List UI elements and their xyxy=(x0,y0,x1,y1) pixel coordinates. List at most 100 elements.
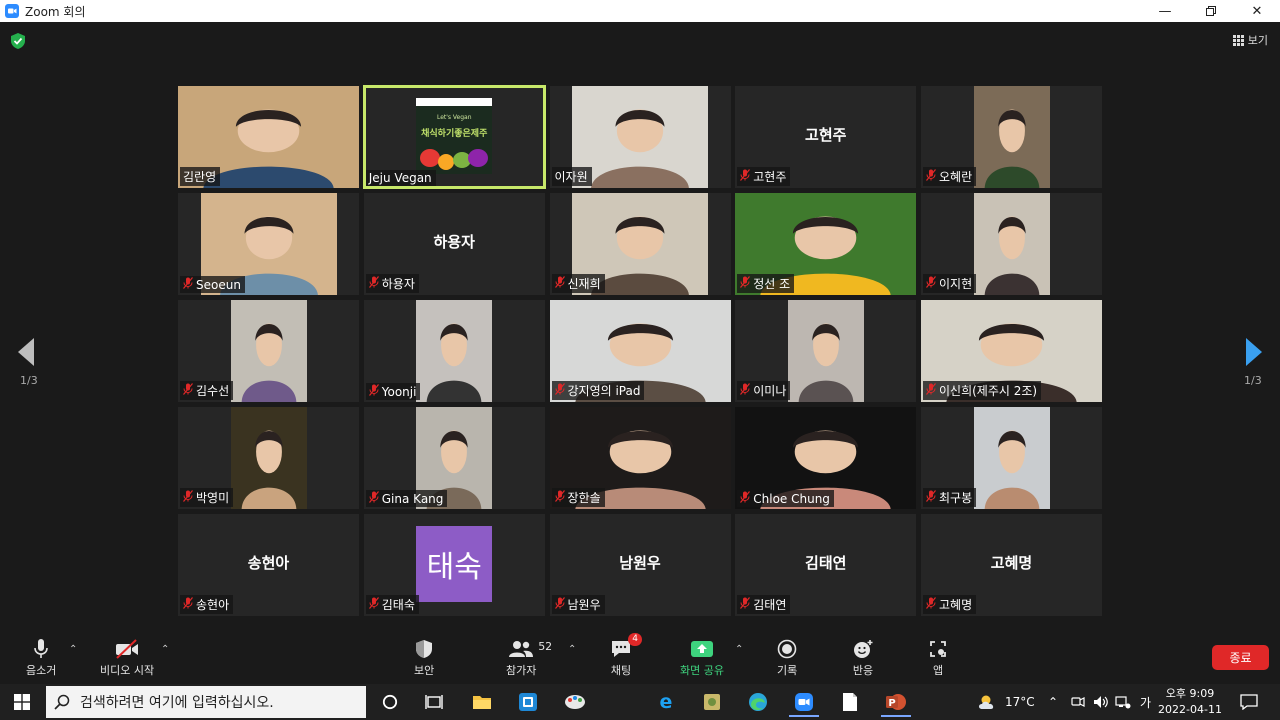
participant-tile[interactable]: Gina Kang xyxy=(363,407,545,509)
participant-tile[interactable]: 김수선 xyxy=(178,300,359,402)
security-button[interactable]: 보안 xyxy=(414,638,434,678)
participant-name: Gina Kang xyxy=(381,491,444,506)
window-titlebar: Zoom 회의 — ✕ xyxy=(0,0,1280,22)
participant-display-name: 송현아 xyxy=(247,554,290,572)
taskbar-clock[interactable]: 오후 9:09 2022-04-11 xyxy=(1158,686,1222,718)
participant-tile[interactable]: 송현아 송현아 xyxy=(178,514,359,616)
share-options-chevron-up-icon[interactable]: ⌃ xyxy=(735,644,743,655)
participant-name: Chloe Chung xyxy=(753,491,830,506)
participant-name-label: 최구봉 xyxy=(923,488,977,507)
participant-tile[interactable]: 하용자 하용자 xyxy=(363,193,545,295)
windows-start-button[interactable] xyxy=(0,684,44,720)
view-label: 보기 xyxy=(1247,34,1268,47)
cortana-circle-icon[interactable] xyxy=(371,687,409,717)
video-options-chevron-up-icon[interactable]: ⌃ xyxy=(161,644,169,655)
participants-options-chevron-up-icon[interactable]: ⌃ xyxy=(568,644,576,655)
sticky-notes-icon[interactable] xyxy=(693,687,731,717)
participant-name-label: 김태연 xyxy=(737,595,791,614)
minimize-button[interactable]: — xyxy=(1142,0,1188,22)
ime-language-indicator[interactable]: 가 xyxy=(1140,684,1151,720)
participant-tile[interactable]: 고현주 고현주 xyxy=(735,86,917,188)
participant-name-label: 이미나 xyxy=(737,381,791,400)
muted-microphone-icon xyxy=(183,597,193,612)
participant-tile[interactable]: 이신희(제주시 2조) xyxy=(921,300,1102,402)
participant-tile[interactable]: Let's Vegan 채식하기좋은제주 Jeju Vegan xyxy=(362,85,546,189)
participant-tile[interactable]: 강지영의 iPad xyxy=(549,300,731,402)
powerpoint-icon[interactable]: P xyxy=(877,687,915,717)
muted-microphone-icon xyxy=(368,491,379,506)
document-icon[interactable] xyxy=(831,687,869,717)
start-video-button[interactable]: 비디오 시작 xyxy=(100,638,154,678)
participant-video xyxy=(572,86,708,188)
end-meeting-button[interactable]: 종료 xyxy=(1212,645,1269,670)
zoom-taskbar-icon[interactable] xyxy=(785,687,823,717)
muted-microphone-icon xyxy=(740,276,751,291)
participant-tile[interactable]: 남원우 남원우 xyxy=(549,514,731,616)
participant-tile[interactable]: 고혜명 고혜명 xyxy=(921,514,1102,616)
svg-text:e: e xyxy=(660,692,673,712)
participant-tile[interactable]: Chloe Chung xyxy=(735,407,917,509)
mute-button[interactable]: 음소거 xyxy=(26,638,56,678)
participant-name-label: 강지영의 iPad xyxy=(551,381,645,400)
participant-name-label: 고혜명 xyxy=(923,595,977,614)
participant-grid: 김란영 Let's Vegan 채식하기좋은제주 Jeju Vegan 이자원 고현주 고현… xyxy=(178,85,1102,616)
participant-tile[interactable]: Seoeun xyxy=(178,193,359,295)
muted-microphone-icon xyxy=(926,276,936,291)
participant-avatar: 태숙 xyxy=(416,526,493,602)
participant-name: 김태숙 xyxy=(381,598,415,612)
participant-name-label: Gina Kang xyxy=(365,490,448,507)
participant-tile[interactable]: Yoonji xyxy=(363,300,545,402)
participant-video xyxy=(416,300,493,402)
apps-button[interactable]: 앱 xyxy=(929,638,947,678)
participant-name: 오혜란 xyxy=(939,170,973,184)
participant-tile[interactable]: 신재희 xyxy=(549,193,731,295)
participant-tile[interactable]: 오혜란 xyxy=(921,86,1102,188)
speaker-volume-icon[interactable] xyxy=(1093,684,1109,720)
network-icon[interactable] xyxy=(1115,684,1131,720)
participant-tile[interactable]: 이지현 xyxy=(921,193,1102,295)
participant-tile[interactable]: 김란영 xyxy=(178,86,359,188)
participant-name-label: Seoeun xyxy=(180,276,245,293)
participant-name: Seoeun xyxy=(196,277,241,292)
meet-now-icon[interactable] xyxy=(1071,684,1085,720)
participant-tile[interactable]: 김태연 김태연 xyxy=(735,514,917,616)
weather-cloud-sun-icon[interactable] xyxy=(976,684,1000,720)
participant-tile[interactable]: 정선 조 xyxy=(735,193,917,295)
participant-name-label: 김란영 xyxy=(180,167,221,186)
muted-microphone-icon xyxy=(926,169,936,184)
edge-browser-icon[interactable] xyxy=(739,687,777,717)
muted-microphone-icon xyxy=(183,277,193,292)
muted-microphone-icon xyxy=(554,597,565,612)
participant-display-name: 고현주 xyxy=(805,126,847,144)
taskbar-search-box[interactable]: 검색하려면 여기에 입력하십시오. xyxy=(46,686,366,718)
app-icon-blue[interactable] xyxy=(509,687,547,717)
participant-name-label: 장한솔 xyxy=(551,488,605,507)
reactions-button[interactable]: 반응 xyxy=(852,638,874,678)
chat-button[interactable]: 4 채팅 xyxy=(610,633,642,678)
audio-options-chevron-up-icon[interactable]: ⌃ xyxy=(69,644,77,655)
participant-tile[interactable]: 박영미 xyxy=(178,407,359,509)
task-view-icon[interactable] xyxy=(415,687,453,717)
participant-tile[interactable]: 최구봉 xyxy=(921,407,1102,509)
participant-name-label: 신재희 xyxy=(551,274,605,293)
participant-name-label: 송현아 xyxy=(180,595,234,614)
share-screen-button[interactable]: 화면 공유 xyxy=(680,638,724,678)
file-explorer-icon[interactable] xyxy=(463,687,501,717)
notification-center-icon[interactable] xyxy=(1240,684,1258,720)
restore-button[interactable] xyxy=(1188,0,1234,22)
participant-name-label: Chloe Chung xyxy=(737,490,834,507)
close-button[interactable]: ✕ xyxy=(1234,0,1280,22)
internet-explorer-icon[interactable]: e xyxy=(647,687,685,717)
next-page-arrow-icon[interactable] xyxy=(1246,338,1262,370)
participant-tile[interactable]: 이자원 xyxy=(549,86,731,188)
participant-tile[interactable]: 태숙 김태숙 xyxy=(363,514,545,616)
view-button[interactable]: 보기 xyxy=(1232,32,1268,48)
paint-app-icon[interactable] xyxy=(556,687,594,717)
participant-tile[interactable]: 이미나 xyxy=(735,300,917,402)
participants-button[interactable]: 52 참가자 xyxy=(506,638,552,678)
tray-chevron-up-icon[interactable]: ⌃ xyxy=(1048,684,1058,720)
participant-tile[interactable]: 장한솔 xyxy=(549,407,731,509)
previous-page-arrow-icon[interactable] xyxy=(18,338,34,370)
record-button[interactable]: 기록 xyxy=(777,638,797,678)
encryption-shield-icon[interactable] xyxy=(11,33,25,53)
